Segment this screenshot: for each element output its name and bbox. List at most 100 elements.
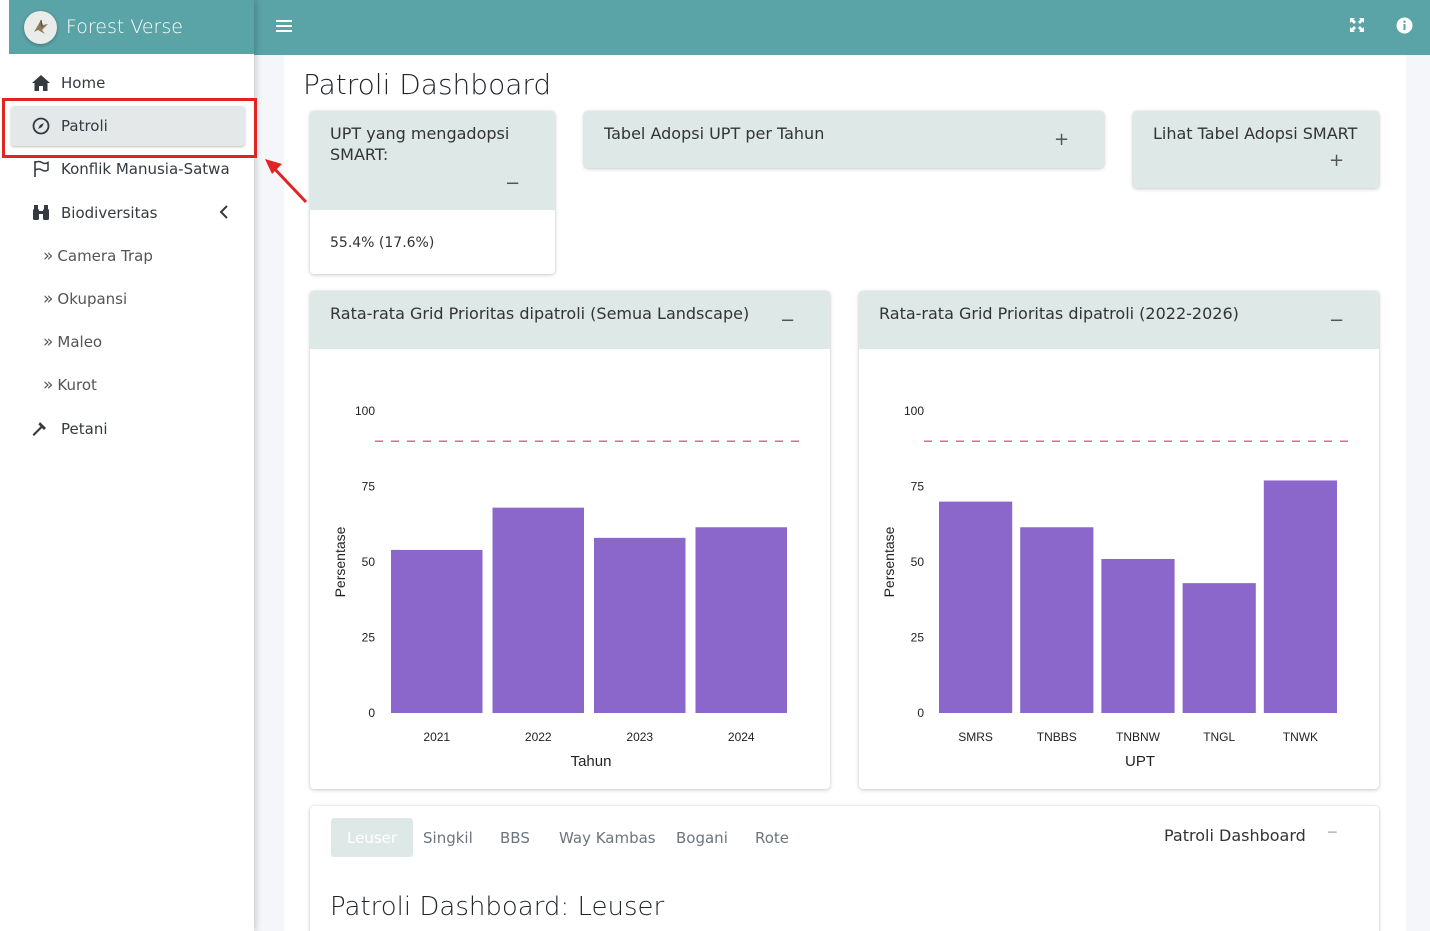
x-tick-label: 2022 xyxy=(525,730,552,744)
hamburger-menu-icon[interactable] xyxy=(276,16,294,38)
tab-way-kambas[interactable]: Way Kambas xyxy=(559,818,656,857)
hammer-icon xyxy=(30,420,52,438)
card-title: Lihat Tabel Adopsi SMART xyxy=(1153,124,1358,143)
bar-chart-landscape: 0 25 50 75 100 Persentase 2021 2022 2023 2024 Tahu… xyxy=(332,404,800,770)
collapse-button[interactable]: − xyxy=(1329,310,1344,331)
sidebar-subitem-label: Kurot xyxy=(57,376,97,394)
y-axis-label: Persentase xyxy=(881,526,897,597)
bar-2022 xyxy=(492,507,584,713)
chevron-left-icon[interactable] xyxy=(219,204,229,225)
bar-2023 xyxy=(594,537,686,713)
sidebar-item-patroli[interactable]: Patroli xyxy=(11,106,245,146)
chart-card-upt: Rata-rata Grid Prioritas dipatroli (2022… xyxy=(859,291,1379,789)
y-axis-label: Persentase xyxy=(332,526,348,597)
card-header: Tabel Adopsi UPT per Tahun + xyxy=(584,111,1104,168)
sidebar-subitem-maleo[interactable]: » Maleo xyxy=(43,327,102,357)
sidebar-subitem-kurot[interactable]: » Kurot xyxy=(43,370,97,400)
y-tick-label: 25 xyxy=(911,631,925,645)
binoculars-icon xyxy=(30,204,52,222)
x-tick-label: TNBNW xyxy=(1116,730,1161,744)
card-header: Rata-rata Grid Prioritas dipatroli (2022… xyxy=(859,291,1379,349)
table-adopsi-card: Tabel Adopsi UPT per Tahun + xyxy=(584,111,1104,168)
card-header: Lihat Tabel Adopsi SMART + xyxy=(1133,111,1379,188)
card-title: Rata-rata Grid Prioritas dipatroli (Semu… xyxy=(330,304,750,323)
sidebar-item-home[interactable]: Home xyxy=(11,63,245,103)
y-tick-label: 100 xyxy=(904,404,924,418)
red-arrow-icon xyxy=(265,159,308,204)
x-tick-label: TNGL xyxy=(1203,730,1235,744)
bar-tnwk xyxy=(1263,480,1337,713)
sidebar-item-biodiversitas[interactable]: Biodiversitas xyxy=(11,193,245,233)
tab-leuser[interactable]: Leuser xyxy=(331,818,414,857)
tab-content-title: Patroli Dashboard: Leuser xyxy=(330,892,665,922)
tab-rote[interactable]: Rote xyxy=(755,818,789,857)
collapse-button[interactable]: − xyxy=(505,173,520,194)
brand-logo-icon xyxy=(24,10,57,44)
kpi-card: UPT yang mengadopsi SMART: − 55.4% (17.6… xyxy=(310,111,555,274)
expand-button[interactable]: + xyxy=(1054,129,1069,150)
sidebar-item-petani[interactable]: Petani xyxy=(11,409,245,449)
sidebar-subitem-camera-trap[interactable]: » Camera Trap xyxy=(43,241,153,271)
y-tick-label: 100 xyxy=(355,404,375,418)
smart-table-card: Lihat Tabel Adopsi SMART + xyxy=(1133,111,1379,188)
fullscreen-icon[interactable] xyxy=(1349,17,1365,38)
chart-card-landscape: Rata-rata Grid Prioritas dipatroli (Semu… xyxy=(310,291,830,789)
x-axis-label: Tahun xyxy=(571,753,612,770)
double-chevron-right-icon: » xyxy=(43,246,54,266)
y-tick-label: 75 xyxy=(362,480,376,494)
bar-smrs xyxy=(939,501,1013,713)
bar-tnbnw xyxy=(1101,558,1175,713)
brand-link[interactable]: Forest Verse xyxy=(9,0,254,54)
card-title: Rata-rata Grid Prioritas dipatroli (2022… xyxy=(879,304,1239,323)
sidebar-subitem-label: Okupansi xyxy=(57,290,128,308)
flag-icon xyxy=(30,160,52,178)
bar-tnbbs xyxy=(1020,527,1094,713)
tabs-card: Leuser Singkil BBS Way Kambas Bogani Rot… xyxy=(310,806,1379,931)
double-chevron-right-icon: » xyxy=(43,332,54,352)
collapse-button[interactable]: − xyxy=(780,310,795,331)
y-tick-label: 0 xyxy=(368,706,375,720)
y-tick-label: 75 xyxy=(911,480,925,494)
double-chevron-right-icon: » xyxy=(43,289,54,309)
y-tick-label: 25 xyxy=(362,631,376,645)
bar-2021 xyxy=(391,549,483,713)
tabs-card-title: Patroli Dashboard xyxy=(1164,826,1306,845)
sidebar: Forest Verse Home Patroli Konflik Manusi… xyxy=(0,0,254,931)
sidebar-item-label: Patroli xyxy=(61,117,108,135)
card-title: UPT yang mengadopsi SMART: xyxy=(330,124,510,164)
y-tick-label: 0 xyxy=(917,706,924,720)
collapse-button[interactable]: − xyxy=(1327,822,1338,843)
tab-bogani[interactable]: Bogani xyxy=(676,818,728,857)
tab-bbs[interactable]: BBS xyxy=(500,818,530,857)
home-icon xyxy=(30,74,52,92)
y-tick-label: 50 xyxy=(362,555,376,569)
card-header: UPT yang mengadopsi SMART: − xyxy=(310,111,555,210)
expand-button[interactable]: + xyxy=(1329,150,1344,171)
sidebar-subitem-label: Maleo xyxy=(57,333,103,351)
page-title: Patroli Dashboard xyxy=(303,68,552,101)
sidebar-item-label: Home xyxy=(61,74,106,92)
x-tick-label: 2021 xyxy=(423,730,450,744)
card-title: Tabel Adopsi UPT per Tahun xyxy=(604,124,825,143)
x-tick-label: SMRS xyxy=(958,730,993,744)
info-icon[interactable] xyxy=(1396,17,1413,39)
x-tick-label: TNBBS xyxy=(1037,730,1077,744)
top-navbar xyxy=(254,0,1430,55)
x-tick-label: 2024 xyxy=(728,730,755,744)
sidebar-item-konflik[interactable]: Konflik Manusia-Satwa xyxy=(11,149,245,189)
bar-tngl xyxy=(1182,583,1256,713)
x-tick-label: 2023 xyxy=(626,730,653,744)
sidebar-subitem-label: Camera Trap xyxy=(57,247,153,265)
card-header: Rata-rata Grid Prioritas dipatroli (Semu… xyxy=(310,291,830,349)
compass-icon xyxy=(30,117,52,135)
sidebar-item-label: Biodiversitas xyxy=(61,204,158,222)
sidebar-subitem-okupansi[interactable]: » Okupansi xyxy=(43,284,127,314)
sidebar-item-label: Petani xyxy=(61,420,108,438)
x-tick-label: TNWK xyxy=(1283,730,1318,744)
tab-singkil[interactable]: Singkil xyxy=(423,818,473,857)
bar-2024 xyxy=(695,527,787,713)
sidebar-item-label: Konflik Manusia-Satwa xyxy=(61,160,230,178)
bar-chart-upt: 0 25 50 75 100 Persentase SMRS TNBBS TNBNW TNGL TN… xyxy=(881,404,1349,770)
x-axis-label: UPT xyxy=(1125,753,1155,770)
double-chevron-right-icon: » xyxy=(43,375,54,395)
